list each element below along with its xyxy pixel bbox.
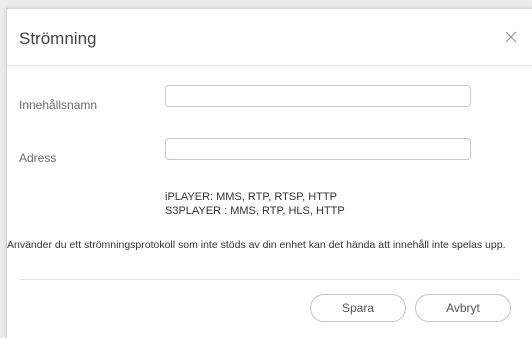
dialog-header: Strömning [7, 9, 532, 66]
streaming-dialog: Strömning Innehållsnamn Adress iPLAYER: … [6, 8, 532, 338]
address-label: Adress [19, 151, 57, 165]
s3player-protocols: S3PLAYER : MMS, RTP, HLS, HTTP [165, 205, 345, 217]
save-button[interactable]: Spara [310, 294, 406, 322]
dialog-title: Strömning [19, 29, 97, 48]
content-name-input[interactable] [165, 85, 471, 107]
content-name-label: Innehållsnamn [19, 98, 98, 112]
divider [19, 279, 519, 280]
address-input[interactable] [165, 138, 471, 160]
close-icon[interactable] [503, 29, 519, 45]
cancel-button[interactable]: Avbryt [415, 294, 511, 322]
iplayer-protocols: iPLAYER: MMS, RTP, RTSP, HTTP [165, 191, 337, 203]
unsupported-protocol-warning: Använder du ett strömningsprotokoll som … [7, 239, 506, 251]
